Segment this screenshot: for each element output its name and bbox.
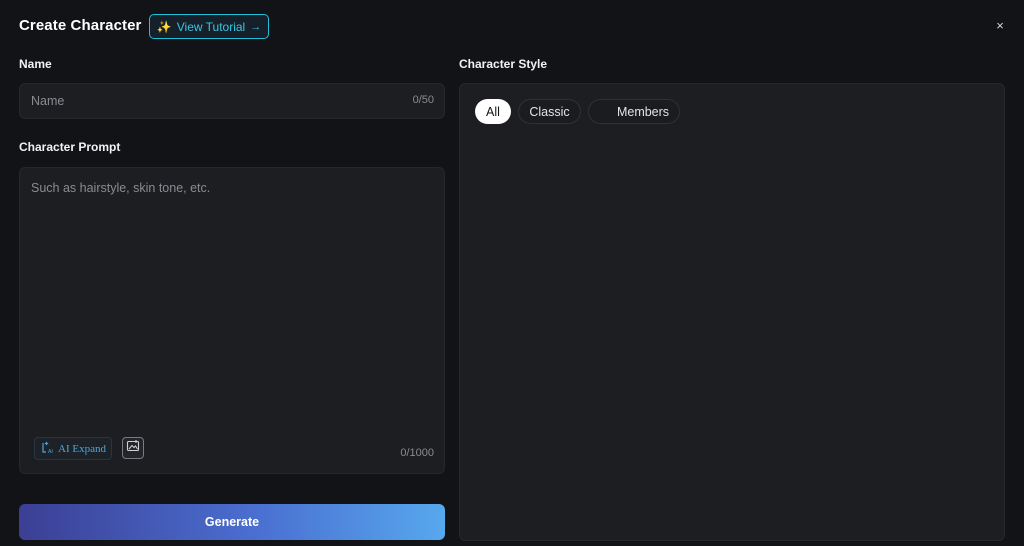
image-upload-button[interactable]	[122, 437, 144, 459]
ai-expand-label: AI Expand	[58, 442, 106, 455]
name-input[interactable]	[31, 84, 401, 118]
character-style-label: Character Style	[459, 57, 548, 71]
generate-button[interactable]: Generate	[19, 504, 445, 540]
close-icon[interactable]: ×	[992, 18, 1008, 34]
name-field-container: 0/50	[19, 83, 445, 119]
view-tutorial-button[interactable]: ✨ View Tutorial →	[149, 14, 269, 39]
create-character-dialog: Create Character ✨ View Tutorial → × Nam…	[0, 0, 1024, 546]
filter-chip-members[interactable]: Members	[588, 99, 680, 124]
svg-text:AI: AI	[48, 449, 53, 454]
ai-expand-icon: AI	[41, 440, 54, 457]
character-prompt-textarea[interactable]	[31, 180, 435, 430]
character-prompt-label: Character Prompt	[19, 140, 121, 154]
sparkle-icon: ✨	[156, 19, 172, 34]
filter-chip-classic[interactable]: Classic	[518, 99, 581, 124]
prompt-char-counter: 0/1000	[400, 447, 434, 459]
view-tutorial-label: View Tutorial	[176, 19, 246, 34]
dialog-title: Create Character	[19, 17, 142, 34]
prompt-field-container: AI AI Expand 0/1000	[19, 167, 445, 474]
character-style-panel: All Classic Members	[459, 83, 1005, 541]
name-char-counter: 0/50	[412, 94, 434, 106]
name-label: Name	[19, 57, 52, 71]
filter-chip-all[interactable]: All	[475, 99, 511, 124]
ai-expand-button[interactable]: AI AI Expand	[34, 437, 112, 460]
image-upload-icon	[126, 439, 140, 458]
arrow-right-icon: →	[250, 20, 262, 33]
